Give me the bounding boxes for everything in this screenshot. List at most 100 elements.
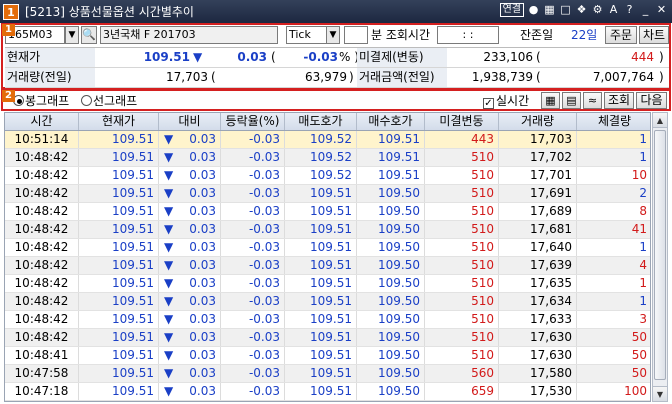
table-cell-oi-change: 510 — [425, 329, 499, 346]
table-row[interactable]: 10:48:42 109.51 ▼ 0.03 -0.03 109.51 109.50 510 1… — [5, 257, 650, 275]
close-icon[interactable]: ✕ — [655, 3, 668, 17]
column-header-qty[interactable]: 체결량 — [577, 113, 650, 130]
mouse-icon[interactable]: ● — [527, 3, 540, 17]
table-row[interactable]: 10:47:18 109.51 ▼ 0.03 -0.03 109.51 109.50 659 1… — [5, 383, 650, 401]
table-row[interactable]: 10:48:42 109.51 ▼ 0.03 -0.03 109.52 109.51 510 1… — [5, 167, 650, 185]
line-chart-button[interactable]: ≈ — [583, 92, 602, 109]
table-row[interactable]: 10:48:42 109.51 ▼ 0.03 -0.03 109.52 109.51 510 1… — [5, 149, 650, 167]
window-icon[interactable]: □ — [559, 3, 572, 17]
table-cell-ask: 109.51 — [285, 401, 357, 402]
table-row[interactable]: 10:48:42 109.51 ▼ 0.03 -0.03 109.51 109.50 510 1… — [5, 275, 650, 293]
scroll-thumb[interactable] — [654, 130, 666, 380]
query-button[interactable]: 조회 — [604, 92, 634, 109]
table-row[interactable]: 10:51:14 109.51 ▼ 0.03 -0.03 109.52 109.51 443 1… — [5, 131, 650, 149]
table-cell-change: 0.03 — [159, 311, 221, 328]
table-row[interactable]: 10:48:42 109.51 ▼ 0.03 -0.03 109.51 109.50 510 1… — [5, 239, 650, 257]
scroll-up-icon[interactable]: ▲ — [653, 113, 667, 128]
scroll-down-icon[interactable]: ▼ — [653, 386, 667, 401]
column-header-change[interactable]: 대비 — [159, 113, 221, 130]
table-icon: ▦ — [545, 94, 556, 107]
chart-view-button[interactable]: ▤ — [562, 92, 581, 109]
grid-icon[interactable]: ▦ — [543, 3, 556, 17]
table-row[interactable]: 10:48:41 109.51 ▼ 0.03 -0.03 109.51 109.50 510 1… — [5, 347, 650, 365]
symbol-search-button[interactable]: 🔍 — [81, 26, 97, 44]
volume-prev-open-paren: ( — [211, 70, 216, 84]
help-icon[interactable]: ? — [623, 3, 636, 17]
table-cell-volume: 17,701 — [499, 167, 577, 184]
query-time-input[interactable]: : : — [437, 26, 499, 44]
minute-input[interactable] — [344, 26, 368, 44]
chart-button[interactable]: 차트 — [639, 26, 669, 44]
pin-icon[interactable]: ❖ — [575, 3, 588, 17]
table-cell-oi-change: 510 — [425, 167, 499, 184]
symbol-name-display: 3년국채 F 201703 — [100, 26, 278, 44]
table-cell-ask: 109.51 — [285, 383, 357, 400]
column-header-oi-change[interactable]: 미결변동 — [425, 113, 499, 130]
table-cell-bid: 109.51 — [357, 149, 425, 166]
table-row[interactable]: 10:48:42 109.51 ▼ 0.03 -0.03 109.51 109.50 510 1… — [5, 185, 650, 203]
table-cell-qty: 3 — [577, 311, 650, 328]
line-graph-radio[interactable]: 선그래프 — [79, 93, 137, 109]
table-cell-qty: 1 — [577, 149, 650, 166]
table-cell-change: 0.03 — [159, 347, 221, 364]
table-cell-ask: 109.51 — [285, 275, 357, 292]
table-cell-time: 10:48:42 — [5, 239, 79, 256]
table-cell-oi-change: 510 — [425, 149, 499, 166]
column-header-time[interactable]: 시간 — [5, 113, 79, 130]
column-header-price[interactable]: 현재가 — [79, 113, 159, 130]
realtime-checkbox[interactable]: ✓ 실시간 — [483, 93, 529, 109]
symbol-dropdown-button[interactable]: ▼ — [65, 26, 79, 44]
realtime-label: 실시간 — [496, 94, 530, 108]
interval-dropdown-button[interactable]: ▼ — [326, 26, 340, 44]
window-title: [5213] 상품선물옵션 시간별추이 — [25, 5, 194, 19]
table-cell-ask: 109.51 — [285, 203, 357, 220]
link-button[interactable]: 연결 — [499, 3, 524, 17]
table-row[interactable]: 10:47:58 109.51 ▼ 0.03 -0.03 109.51 109.50 560 1… — [5, 365, 650, 383]
column-header-rate[interactable]: 등락율(%) — [221, 113, 285, 130]
table-cell-rate: -0.03 — [221, 203, 285, 220]
table-row[interactable]: 10:48:42 109.51 ▼ 0.03 -0.03 109.51 109.50 510 1… — [5, 329, 650, 347]
font-icon[interactable]: A — [607, 3, 620, 17]
bar-graph-radio[interactable]: 봉그래프 — [11, 93, 69, 109]
graph-options-section: 2 봉그래프 선그래프 ✓ 실시간 ▦ ▤ ≈ 조회 다음 — [1, 89, 671, 111]
table-cell-change: 0.03 — [159, 383, 221, 400]
table-cell-change: 0.03 — [159, 221, 221, 238]
table-cell-bid: 109.51 — [357, 167, 425, 184]
table-cell-change: 0.03 — [159, 275, 221, 292]
query-time-label: 분 조회시간 — [371, 28, 431, 42]
table-cell-bid: 109.50 — [357, 221, 425, 238]
table-scrollbar[interactable]: ▲ ▼ — [652, 112, 668, 402]
table-cell-rate: -0.03 — [221, 257, 285, 274]
quote-row-volume: 거래량(전일) 17,703 ( 63,979 ) 거래금액(전일) 1,938… — [5, 68, 669, 88]
table-cell-price: 109.51 — [79, 347, 159, 364]
table-cell-time: 10:48:42 — [5, 221, 79, 238]
settings-icon[interactable]: ⚙ — [591, 3, 604, 17]
table-row[interactable]: 10:48:42 109.51 ▼ 0.03 -0.03 109.51 109.50 510 1… — [5, 311, 650, 329]
column-header-bid[interactable]: 매수호가 — [357, 113, 425, 130]
table-cell-volume: 17,630 — [499, 347, 577, 364]
table-cell-rate: -0.03 — [221, 167, 285, 184]
volume-prev-value: 63,979 — [305, 70, 347, 84]
table-cell-bid: 109.50 — [357, 383, 425, 400]
table-row[interactable]: 10:48:42 109.51 ▼ 0.03 -0.03 109.51 109.50 510 1… — [5, 221, 650, 239]
change-rate-close-paren: % ) — [339, 50, 359, 64]
table-row[interactable]: 10:48:42 109.51 ▼ 0.03 -0.03 109.51 109.50 510 1… — [5, 293, 650, 311]
quote-row-price: 현재가 109.51 ▼ 0.03 ( -0.03 % ) 미결제(변동) 23… — [5, 48, 669, 68]
minimize-icon[interactable]: _ — [639, 3, 652, 17]
volume-prev-close-paren: ) — [349, 70, 354, 84]
table-cell-change: 0.03 — [159, 239, 221, 256]
table-cell-rate: -0.03 — [221, 329, 285, 346]
table-view-button[interactable]: ▦ — [541, 92, 560, 109]
table-row[interactable]: 10:47:14109.50▼0.04-0.04109.51109.506591… — [5, 401, 651, 402]
table-row[interactable]: 10:48:42 109.51 ▼ 0.03 -0.03 109.51 109.50 510 1… — [5, 203, 650, 221]
next-button[interactable]: 다음 — [636, 92, 667, 109]
column-header-ask[interactable]: 매도호가 — [285, 113, 357, 130]
table-cell-time: 10:47:58 — [5, 365, 79, 382]
order-button[interactable]: 주문 — [605, 26, 637, 44]
table-cell-volume: 17,689 — [499, 203, 577, 220]
column-header-volume[interactable]: 거래량 — [499, 113, 577, 130]
table-cell-qty: 4 — [577, 257, 650, 274]
amount-prev-value: 7,007,764 — [592, 70, 654, 84]
table-cell-time: 10:48:42 — [5, 149, 79, 166]
table-cell-ask: 109.51 — [285, 257, 357, 274]
